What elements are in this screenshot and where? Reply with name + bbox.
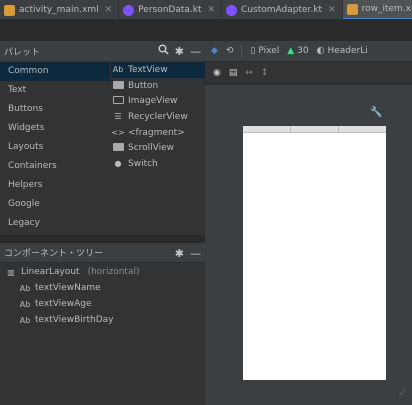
theme-icon: ◐ xyxy=(316,46,325,56)
gear-icon[interactable]: ✱ xyxy=(175,247,184,260)
item-label: TextView xyxy=(128,64,168,75)
category-buttons[interactable]: Buttons xyxy=(0,100,110,119)
node-label: textViewAge xyxy=(35,299,92,309)
minimize-icon[interactable]: — xyxy=(190,45,201,58)
tree-node-textviewbirthday[interactable]: Ab textViewBirthDay xyxy=(0,312,205,328)
separator xyxy=(241,45,243,57)
textview-preview[interactable] xyxy=(339,126,386,132)
tab-label: activity_main.xml xyxy=(19,5,99,15)
item-label: Switch xyxy=(128,158,158,169)
category-google[interactable]: Google xyxy=(0,195,110,214)
palette-header: パレット ✱ — xyxy=(0,41,205,61)
palette-item-scrollview[interactable]: ScrollView xyxy=(111,140,205,156)
palette-item-recyclerview[interactable]: ☰ RecyclerView xyxy=(111,109,205,125)
tab-label: CustomAdapter.kt xyxy=(241,5,323,15)
pin-icon[interactable]: 🔧 xyxy=(370,107,382,118)
vertical-arrows-icon[interactable]: ↕ xyxy=(261,68,269,78)
category-widgets[interactable]: Widgets xyxy=(0,119,110,138)
textview-preview[interactable] xyxy=(291,126,339,132)
design-canvas[interactable]: 🔧 ⟋ xyxy=(205,85,412,405)
imageview-icon xyxy=(111,96,125,106)
textview-icon: Ab xyxy=(19,299,31,309)
recyclerview-icon: ☰ xyxy=(114,112,122,122)
item-label: ScrollView xyxy=(128,143,175,154)
node-label: textViewBirthDay xyxy=(35,315,114,325)
tab-customadapter[interactable]: CustomAdapter.kt ✕ xyxy=(222,0,343,19)
switch-icon: ● xyxy=(114,159,122,169)
tab-persondata[interactable]: PersonData.kt ✕ xyxy=(119,0,223,19)
category-text[interactable]: Text xyxy=(0,81,110,100)
tree-node-linearlayout[interactable]: ▥ LinearLayout (horizontal) xyxy=(0,264,205,280)
item-label: ImageView xyxy=(128,96,178,107)
item-label: Button xyxy=(128,80,159,91)
xml-file-icon xyxy=(346,3,358,15)
textview-icon: Ab xyxy=(19,283,31,293)
palette-item-switch[interactable]: ● Switch xyxy=(111,156,205,172)
tab-label: row_item.xml xyxy=(361,4,412,14)
linearlayout-icon: ▥ xyxy=(7,267,15,277)
category-containers[interactable]: Containers xyxy=(0,157,110,176)
palette-categories: Common Text Buttons Widgets Layouts Cont… xyxy=(0,62,110,233)
resize-handle-icon[interactable]: ⟋ xyxy=(399,388,406,399)
category-layouts[interactable]: Layouts xyxy=(0,138,110,157)
node-note: (horizontal) xyxy=(87,267,140,277)
scrollview-icon xyxy=(111,143,125,153)
theme-selector[interactable]: ◐ HeaderLi xyxy=(317,46,368,56)
design-subtoolbar: ◉ ▤ ↔ ↕ xyxy=(205,62,412,84)
textview-preview[interactable] xyxy=(243,126,291,132)
component-tree: ▥ LinearLayout (horizontal) Ab textViewN… xyxy=(0,263,205,405)
blueprint-icon[interactable]: ▤ xyxy=(229,68,238,78)
fragment-icon: <> xyxy=(111,128,125,138)
device-label: Pixel xyxy=(258,46,280,56)
node-label: textViewName xyxy=(35,283,101,293)
textview-icon: Ab xyxy=(19,315,31,325)
close-icon[interactable]: ✕ xyxy=(208,5,216,15)
search-icon[interactable] xyxy=(158,44,169,58)
api-label: 30 xyxy=(297,46,309,56)
horizontal-arrows-icon[interactable]: ↔ xyxy=(245,68,253,78)
tree-node-textviewname[interactable]: Ab textViewName xyxy=(0,280,205,296)
close-icon[interactable]: ✕ xyxy=(328,5,336,15)
device-selector[interactable]: ▯ Pixel xyxy=(250,46,279,56)
component-tree-title: コンポーネント・ツリー xyxy=(4,249,104,259)
editor-tab-bar: activity_main.xml ✕ PersonData.kt ✕ Cust… xyxy=(0,0,412,20)
item-label: RecyclerView xyxy=(128,111,188,122)
orientation-icon[interactable]: ⟲ xyxy=(226,46,234,56)
linearlayout-row-preview[interactable] xyxy=(243,126,386,133)
eye-icon[interactable]: ◉ xyxy=(213,68,221,78)
layout-preview[interactable] xyxy=(243,126,386,380)
category-common[interactable]: Common xyxy=(0,62,110,81)
close-icon[interactable]: ✕ xyxy=(105,5,113,15)
api-selector[interactable]: ▲ 30 xyxy=(287,46,308,56)
palette-item-button[interactable]: Button xyxy=(111,78,205,94)
textview-icon: Ab xyxy=(112,65,124,75)
layers-icon[interactable]: ◆ xyxy=(211,46,218,56)
button-icon xyxy=(111,80,125,91)
gear-icon[interactable]: ✱ xyxy=(175,45,184,58)
kotlin-file-icon xyxy=(123,4,135,16)
node-label: LinearLayout xyxy=(21,267,80,277)
palette-item-textview[interactable]: Ab TextView xyxy=(111,62,205,78)
theme-label: HeaderLi xyxy=(327,46,368,56)
kotlin-file-icon xyxy=(226,4,238,16)
phone-icon: ▯ xyxy=(250,46,256,56)
minimize-icon[interactable]: — xyxy=(190,247,201,260)
tree-node-textviewage[interactable]: Ab textViewAge xyxy=(0,296,205,312)
category-helpers[interactable]: Helpers xyxy=(0,176,110,195)
item-label: <fragment> xyxy=(128,127,185,138)
tab-activity-main[interactable]: activity_main.xml ✕ xyxy=(0,0,120,19)
category-legacy[interactable]: Legacy xyxy=(0,214,110,233)
tab-label: PersonData.kt xyxy=(138,5,202,15)
design-toolbar: ◆ ⟲ ▯ Pixel ▲ 30 ◐ HeaderLi xyxy=(205,41,412,61)
palette-items: Ab TextView Button ImageView ☰ RecyclerV… xyxy=(111,62,205,172)
android-icon: ▲ xyxy=(287,46,295,56)
palette-item-fragment[interactable]: <> <fragment> xyxy=(111,125,205,141)
xml-file-icon xyxy=(4,4,15,16)
tab-row-item[interactable]: row_item.xml ✕ xyxy=(342,0,412,19)
palette-title: パレット xyxy=(4,47,41,58)
component-tree-header: コンポーネント・ツリー ✱ — xyxy=(0,242,205,262)
palette-item-imageview[interactable]: ImageView xyxy=(111,93,205,109)
